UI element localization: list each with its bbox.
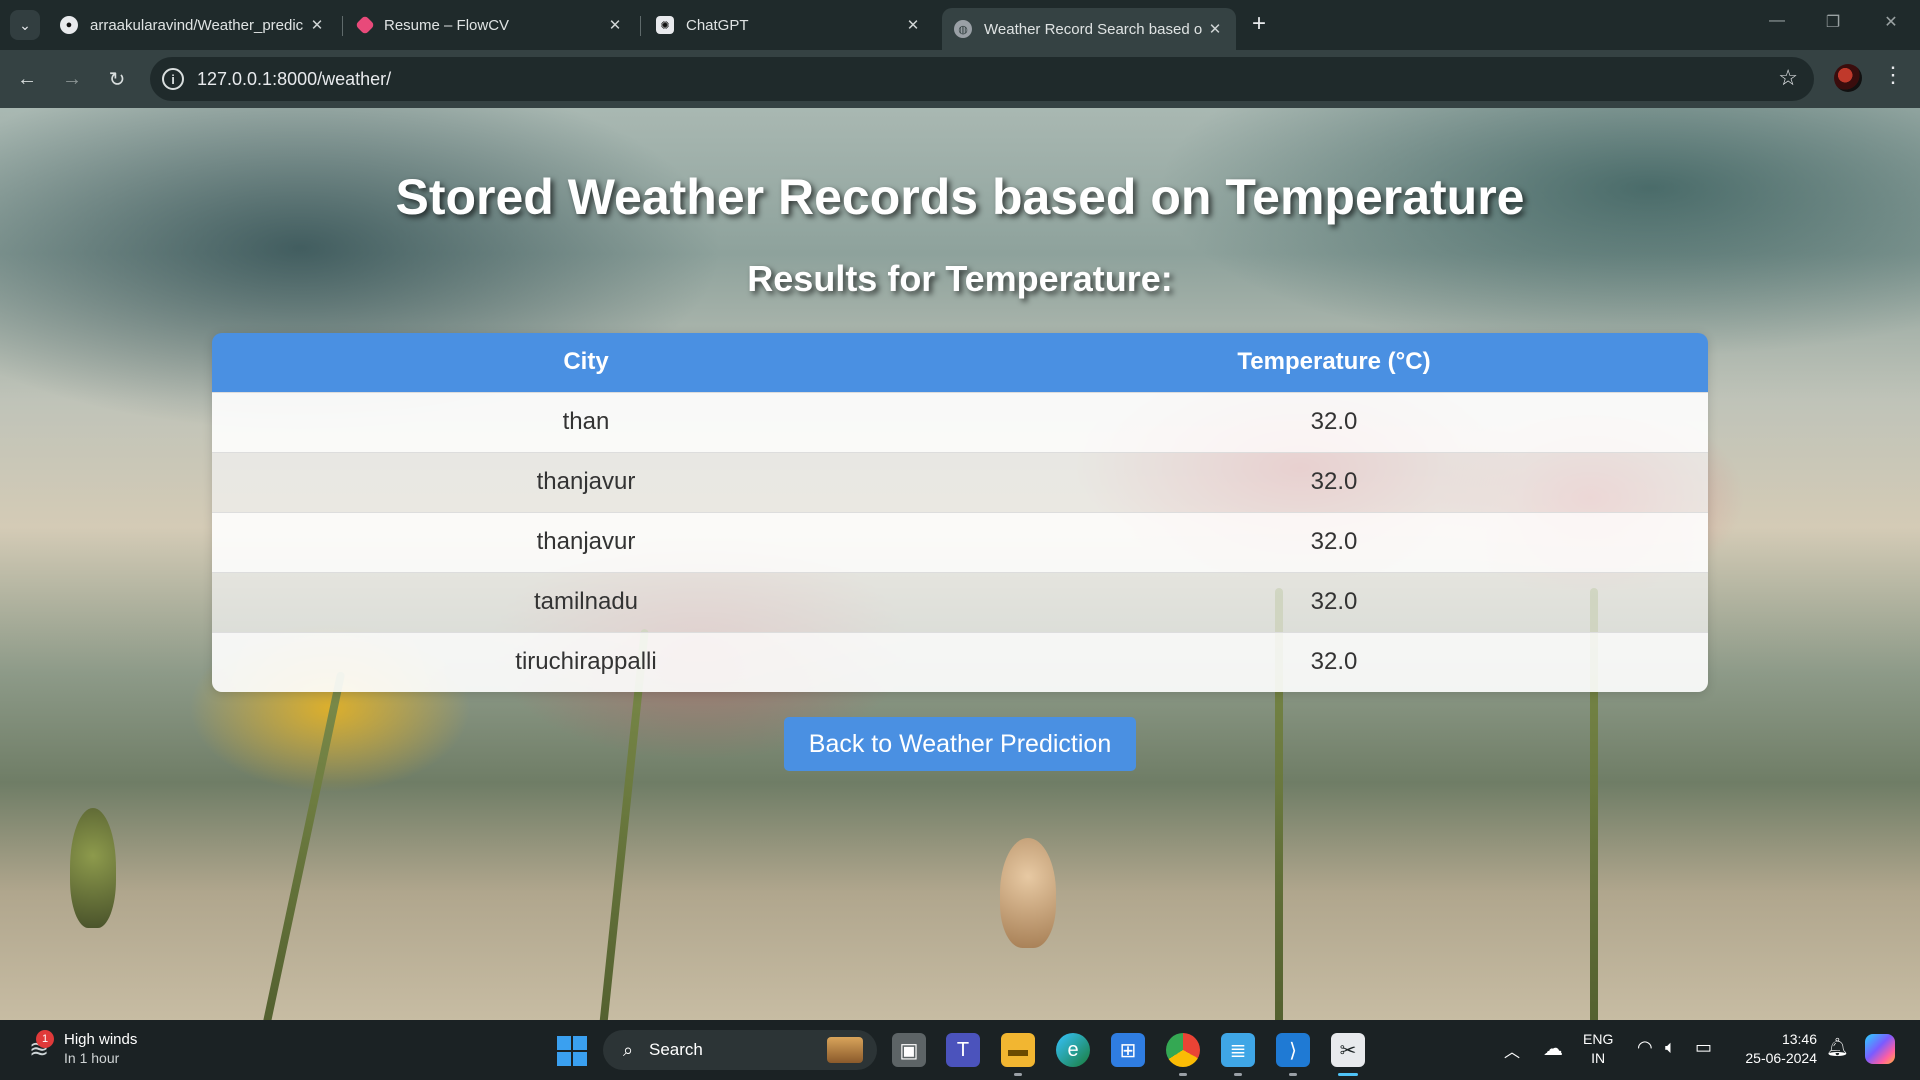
app-running-indicator [1289, 1073, 1297, 1076]
city-cell: than [212, 391, 960, 452]
app-active-indicator [1338, 1073, 1358, 1076]
tab-flowcv[interactable]: Resume – FlowCV ✕ [346, 8, 636, 42]
browser-tab-bar: ⌄ ● arraakularavind/Weather_predic ✕ Res… [0, 0, 1920, 50]
tab-search-dropdown-icon[interactable]: ⌄ [10, 10, 40, 40]
github-icon: ● [60, 16, 78, 34]
weather-subtitle: In 1 hour [64, 1050, 120, 1066]
temperature-cell: 32.0 [960, 391, 1708, 452]
globe-icon: ◍ [954, 20, 972, 38]
taskbar-search[interactable]: ⌕ Search [603, 1030, 877, 1070]
app-running-indicator [1014, 1073, 1022, 1076]
app-running-indicator [1179, 1073, 1187, 1076]
close-icon[interactable]: ✕ [904, 16, 922, 34]
temperature-cell: 32.0 [960, 571, 1708, 632]
tab-title: Weather Record Search based o [984, 20, 1203, 38]
temperature-cell: 32.0 [960, 451, 1708, 512]
city-cell: thanjavur [212, 511, 960, 572]
page-title: Stored Weather Records based on Temperat… [395, 169, 1525, 225]
profile-avatar[interactable] [1834, 64, 1862, 92]
temperature-cell: 32.0 [960, 511, 1708, 572]
tab-title: ChatGPT [686, 16, 749, 34]
onedrive-cloud-icon[interactable]: ☁ [1543, 1036, 1563, 1061]
table-row: tiruchirappalli 32.0 [212, 631, 1708, 692]
edge-icon[interactable]: e [1056, 1033, 1090, 1067]
tab-weather-record[interactable]: ◍ Weather Record Search based o ✕ [942, 8, 1236, 50]
copilot-icon[interactable] [1865, 1034, 1895, 1064]
table-row: thanjavur 32.0 [212, 511, 1708, 572]
city-cell: tiruchirappalli [212, 631, 960, 692]
browser-toolbar: ← → ↻ i 127.0.0.1:8000/weather/ ☆ ⋮ [0, 50, 1920, 108]
weather-widget[interactable]: ≋ 1 High winds In 1 hour [22, 1030, 137, 1068]
flower-stem-decoration [262, 671, 346, 1020]
notepad-icon[interactable]: ≣ [1221, 1033, 1255, 1067]
file-explorer-icon[interactable]: ▬ [1001, 1033, 1035, 1067]
back-to-prediction-button[interactable]: Back to Weather Prediction [784, 717, 1136, 771]
volume-icon[interactable]: 🔈︎ [1665, 1037, 1676, 1058]
tab-github[interactable]: ● arraakularavind/Weather_predic ✕ [48, 8, 338, 42]
tab-chatgpt[interactable]: ✺ ChatGPT ✕ [644, 8, 934, 42]
battery-icon[interactable]: ▭ [1695, 1037, 1712, 1058]
language-code: ENG [1583, 1031, 1614, 1047]
task-view-icon[interactable]: ▣ [892, 1033, 926, 1067]
page-subtitle: Results for Temperature: [747, 258, 1173, 299]
table-row: tamilnadu 32.0 [212, 571, 1708, 632]
clock[interactable]: 13:46 25-06-2024 [1735, 1030, 1817, 1068]
site-info-icon[interactable]: i [162, 68, 184, 90]
snipping-tool-icon[interactable]: ✂ [1331, 1033, 1365, 1067]
column-header-city: City [212, 333, 960, 392]
chevron-up-icon[interactable]: ︿ [1504, 1038, 1520, 1062]
clock-date: 25-06-2024 [1745, 1050, 1817, 1066]
chatgpt-icon: ✺ [656, 16, 674, 34]
minimize-icon[interactable]: — [1762, 12, 1792, 30]
close-icon[interactable]: ✕ [308, 16, 326, 34]
clock-time: 13:46 [1781, 1031, 1817, 1047]
region-code: IN [1591, 1050, 1606, 1066]
tab-title: Resume – FlowCV [384, 16, 510, 34]
store-icon[interactable]: ⊞ [1111, 1033, 1145, 1067]
teams-icon[interactable]: T [946, 1033, 980, 1067]
page-background: Stored Weather Records based on Temperat… [0, 108, 1920, 1020]
weather-records-table: City Temperature (°C) than 32.0 thanjavu… [212, 333, 1708, 692]
city-cell: thanjavur [212, 451, 960, 512]
flower-bud-decoration [70, 808, 116, 928]
temperature-cell: 32.0 [960, 631, 1708, 692]
window-close-icon[interactable]: ✕ [1876, 12, 1906, 32]
start-windows-icon[interactable] [557, 1036, 587, 1066]
reload-icon[interactable]: ↻ [102, 64, 132, 94]
table-row: than 32.0 [212, 391, 1708, 452]
chrome-icon[interactable] [1166, 1033, 1200, 1067]
address-bar[interactable]: i 127.0.0.1:8000/weather/ ☆ [150, 57, 1814, 101]
bookmark-star-icon[interactable]: ☆ [1778, 65, 1798, 91]
weather-title: High winds [64, 1031, 138, 1048]
flowcv-icon [355, 15, 375, 35]
new-tab-plus-icon[interactable]: + [1245, 10, 1273, 38]
wind-icon: ≋ 1 [22, 1030, 56, 1064]
notification-bell-icon[interactable]: 🔔︎ [1826, 1037, 1849, 1058]
column-header-temperature: Temperature (°C) [960, 333, 1708, 392]
taskbar: ≋ 1 High winds In 1 hour ⌕ Search ▣ T ▬ … [0, 1020, 1920, 1080]
url-text[interactable]: 127.0.0.1:8000/weather/ [197, 69, 391, 90]
restore-icon[interactable]: ❐ [1818, 12, 1848, 32]
forward-arrow-icon[interactable]: → [57, 64, 87, 94]
search-label: Search [649, 1040, 703, 1059]
wifi-icon[interactable]: ◠ [1637, 1037, 1653, 1058]
back-arrow-icon[interactable]: ← [12, 64, 42, 94]
notification-badge: 1 [36, 1030, 54, 1048]
city-cell: tamilnadu [212, 571, 960, 632]
close-icon[interactable]: ✕ [606, 16, 624, 34]
vscode-icon[interactable]: ⟩ [1276, 1033, 1310, 1067]
table-header-row: City Temperature (°C) [212, 333, 1708, 392]
search-icon: ⌕ [622, 1039, 634, 1060]
search-highlight-image [827, 1037, 863, 1063]
tab-title: arraakularavind/Weather_predic [90, 16, 304, 34]
language-indicator[interactable]: ENG IN [1583, 1030, 1613, 1068]
close-icon[interactable]: ✕ [1206, 20, 1224, 38]
more-menu-icon[interactable]: ⋮ [1882, 62, 1904, 88]
app-running-indicator [1234, 1073, 1242, 1076]
table-row: thanjavur 32.0 [212, 451, 1708, 512]
flower-bud-decoration [1000, 838, 1056, 948]
